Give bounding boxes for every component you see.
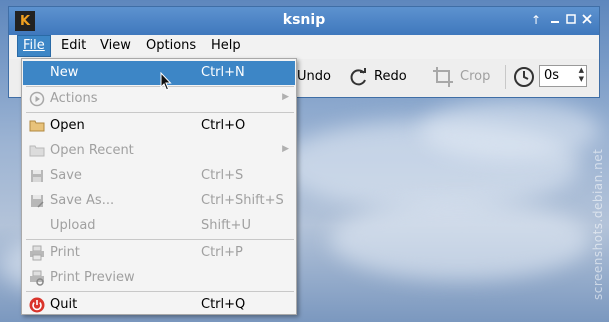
menu-separator [26,291,294,292]
menu-item-open-recent[interactable]: Open Recent ▶ [23,139,295,163]
menu-item-save-as-label: Save As... [50,193,115,208]
menu-item-upload-shortcut: Shift+U [201,218,251,233]
watermark-text: screenshots.debian.net [591,148,605,300]
submenu-arrow-icon: ▶ [282,144,289,154]
desktop-cloud [330,200,590,280]
menu-help-label: Help [211,38,241,53]
menu-item-upload-label: Upload [50,218,96,233]
menu-help[interactable]: Help [206,35,246,57]
close-icon[interactable] [580,13,594,27]
crop-icon [433,67,453,87]
file-menu-dropdown: New Ctrl+N Actions ▶ Open Ctrl+O Open Re… [21,58,297,315]
menu-item-open-label: Open [50,118,85,133]
delay-value: 0s [544,68,560,83]
crop-button[interactable]: Crop [433,67,490,87]
window-title: ksnip [282,12,326,28]
menu-item-quit-shortcut: Ctrl+Q [201,297,246,312]
menu-options[interactable]: Options [141,35,201,57]
delay-spinbox[interactable]: 0s ▲ ▼ [539,65,587,87]
spin-arrows-icon[interactable]: ▲ ▼ [579,66,584,84]
clock-icon [514,67,534,87]
minimize-icon[interactable] [548,13,562,27]
menu-item-print-shortcut: Ctrl+P [201,245,243,260]
menu-item-new-label: New [50,65,79,80]
menu-item-open-shortcut: Ctrl+O [201,118,246,133]
save-icon [31,170,43,182]
menu-item-new-shortcut: Ctrl+N [201,65,245,80]
menu-item-print-preview-label: Print Preview [50,270,135,285]
menu-item-save[interactable]: Save Ctrl+S [23,164,295,188]
desktop-cloud [420,100,600,160]
menu-item-save-label: Save [50,168,82,183]
menu-item-print[interactable]: Print Ctrl+P [23,241,295,265]
redo-label: Redo [374,69,407,84]
menu-item-save-as[interactable]: Save As... Ctrl+Shift+S [23,189,295,213]
mouse-pointer-icon [160,72,172,91]
menu-item-print-preview[interactable]: Print Preview [23,266,295,290]
menu-item-quit-label: Quit [50,297,78,312]
menu-item-save-as-shortcut: Ctrl+Shift+S [201,193,284,208]
submenu-arrow-icon: ▶ [282,92,289,102]
menu-item-print-label: Print [50,245,80,260]
folder-icon [29,120,45,132]
menu-bar: File Edit View Options Help [9,35,599,59]
menu-item-save-shortcut: Ctrl+S [201,168,244,183]
undo-label: Undo [297,69,331,84]
menu-file[interactable]: File [17,35,51,57]
toolbar-separator [505,65,506,89]
menu-item-open[interactable]: Open Ctrl+O [23,114,295,138]
menu-separator [26,112,294,113]
menu-separator [26,239,294,240]
undo-button[interactable]: Undo [297,67,331,87]
menu-item-upload[interactable]: Upload Shift+U [23,214,295,238]
print-preview-icon [30,270,44,286]
menu-edit[interactable]: Edit [56,35,91,57]
maximize-icon[interactable] [564,13,578,27]
redo-icon [350,68,366,86]
crop-label: Crop [460,69,491,84]
menu-item-quit[interactable]: Quit Ctrl+Q [23,293,295,317]
keep-above-icon[interactable]: ↑ [529,13,543,27]
menu-view-label: View [100,38,131,53]
menu-item-open-recent-label: Open Recent [50,143,134,158]
title-bar[interactable]: K ksnip ↑ [9,7,599,35]
play-circle-icon [29,91,45,107]
power-icon [29,297,45,313]
menu-item-actions-label: Actions [50,91,98,106]
menu-view[interactable]: View [95,35,136,57]
menu-item-actions[interactable]: Actions ▶ [23,87,295,111]
menu-item-new[interactable]: New Ctrl+N [23,61,295,85]
printer-icon [30,245,44,261]
menu-edit-label: Edit [61,38,87,53]
menu-options-label: Options [146,38,197,53]
redo-button[interactable]: Redo [349,67,407,87]
folder-icon [29,145,45,157]
save-as-icon [31,195,44,208]
